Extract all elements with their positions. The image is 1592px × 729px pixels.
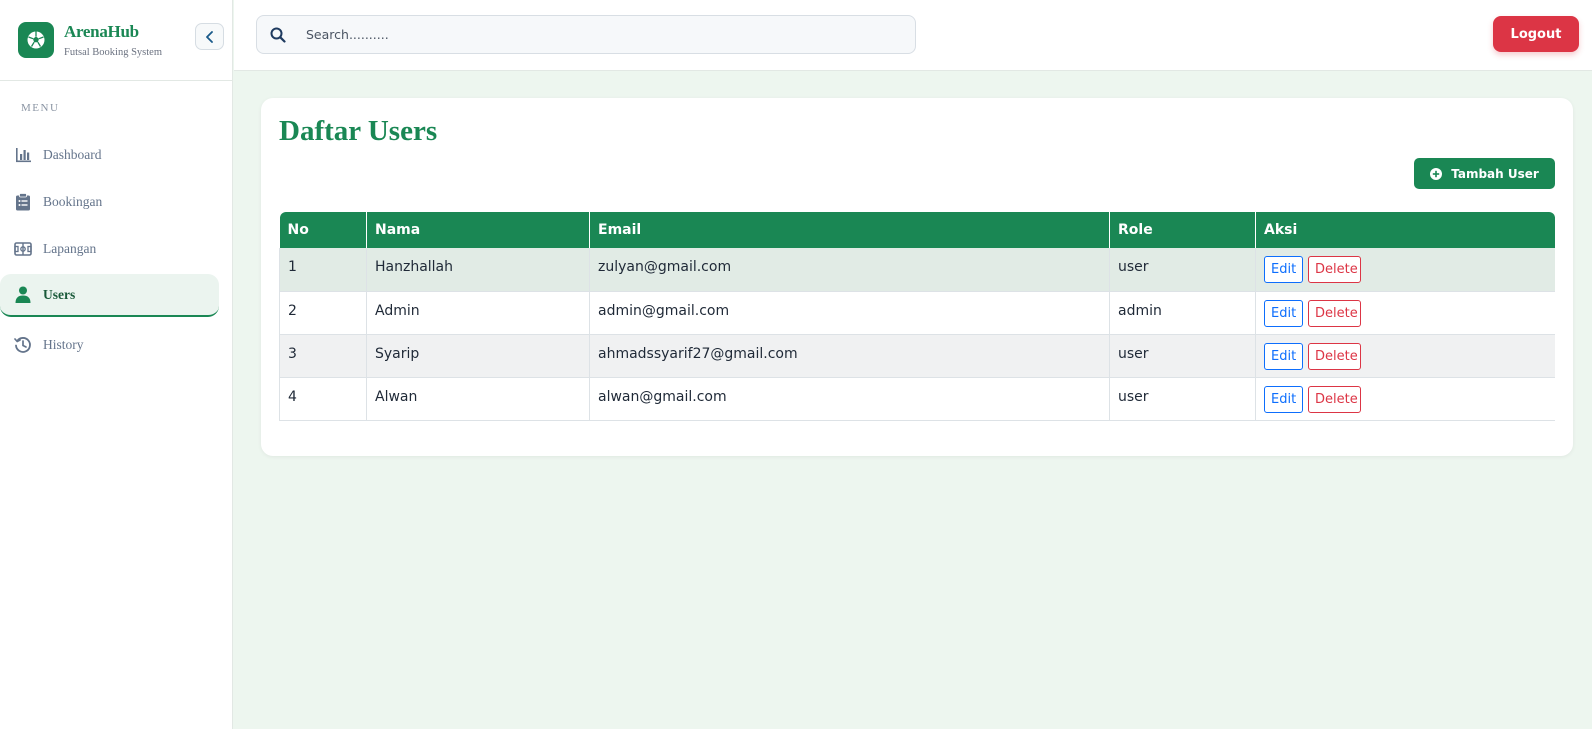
cell-role: user <box>1109 334 1256 378</box>
sidebar-item-label: History <box>43 336 84 352</box>
sidebar-item-label: Dashboard <box>43 146 102 162</box>
topbar: Logout <box>234 0 1592 71</box>
search-icon <box>270 27 286 43</box>
add-user-label: Tambah User <box>1451 166 1539 181</box>
sidebar-item-label: Bookingan <box>43 193 103 209</box>
edit-button[interactable]: Edit <box>1264 299 1303 327</box>
sidebar-item-label: Users <box>43 286 76 302</box>
cell-role: user <box>1109 248 1256 292</box>
cell-no: 4 <box>279 377 367 421</box>
history-icon <box>14 336 32 354</box>
logout-button[interactable]: Logout <box>1493 16 1579 52</box>
bar-chart-icon <box>14 146 32 164</box>
table-row: 4 Alwan alwan@gmail.com user Edit Delete <box>279 377 1555 421</box>
column-header-nama: Nama <box>366 212 590 248</box>
cell-role: admin <box>1109 291 1256 335</box>
sidebar-item-history[interactable]: History <box>0 323 233 366</box>
delete-button[interactable]: Delete <box>1308 385 1361 413</box>
users-table: No Nama Email Role Aksi 1 Hanzhallah zul… <box>279 212 1555 421</box>
table-row: 3 Syarip ahmadssyarif27@gmail.com user E… <box>279 334 1555 378</box>
users-card: Daftar Users Tambah User No Nama Email R… <box>261 98 1573 456</box>
delete-button[interactable]: Delete <box>1308 342 1361 370</box>
edit-button[interactable]: Edit <box>1264 342 1303 370</box>
cell-nama: Admin <box>366 291 590 335</box>
cell-email: admin@gmail.com <box>589 291 1110 335</box>
cell-email: zulyan@gmail.com <box>589 248 1110 292</box>
cell-actions: Edit Delete <box>1255 377 1555 421</box>
cell-role: user <box>1109 377 1256 421</box>
brand-title: ArenaHub <box>64 22 139 41</box>
edit-button[interactable]: Edit <box>1264 385 1303 413</box>
edit-button[interactable]: Edit <box>1264 256 1303 283</box>
cell-nama: Alwan <box>366 377 590 421</box>
cell-nama: Hanzhallah <box>366 248 590 292</box>
cell-no: 3 <box>279 334 367 378</box>
clipboard-icon <box>14 192 32 211</box>
page-title: Daftar Users <box>279 115 438 147</box>
search-box <box>256 15 916 54</box>
field-icon <box>14 240 32 258</box>
cell-no: 1 <box>279 248 367 292</box>
soccer-ball-icon <box>18 22 54 58</box>
column-header-email: Email <box>589 212 1110 248</box>
cell-actions: Edit Delete <box>1255 334 1555 378</box>
sidebar: ArenaHub Futsal Booking System MENU Dash… <box>0 0 233 729</box>
column-header-aksi: Aksi <box>1264 222 1298 238</box>
table-row: 1 Hanzhallah zulyan@gmail.com user Edit D… <box>279 248 1555 292</box>
sidebar-item-label: Lapangan <box>43 240 97 256</box>
user-icon <box>14 286 32 304</box>
cell-no: 2 <box>279 291 367 335</box>
cell-actions: Edit Delete <box>1255 248 1555 292</box>
table-header-row: No Nama Email Role Aksi <box>279 212 1555 248</box>
plus-circle-icon <box>1430 167 1443 180</box>
table-row: 2 Admin admin@gmail.com admin Edit Delete <box>279 291 1555 335</box>
add-user-button[interactable]: Tambah User <box>1414 158 1555 189</box>
delete-button[interactable]: Delete <box>1308 256 1361 283</box>
cell-email: alwan@gmail.com <box>589 377 1110 421</box>
chevron-left-icon <box>205 30 213 43</box>
sidebar-collapse-button[interactable] <box>195 23 224 50</box>
menu-label: MENU <box>21 102 60 114</box>
column-header-role: Role <box>1109 212 1256 248</box>
sidebar-item-users[interactable]: Users <box>0 274 219 317</box>
sidebar-item-lapangan[interactable]: Lapangan <box>0 227 233 270</box>
column-header-no: No <box>279 212 367 248</box>
brand-subtitle: Futsal Booking System <box>64 47 163 58</box>
sidebar-item-dashboard[interactable]: Dashboard <box>0 133 233 176</box>
brand: ArenaHub Futsal Booking System <box>0 0 232 81</box>
cell-email: ahmadssyarif27@gmail.com <box>589 334 1110 378</box>
cell-nama: Syarip <box>366 334 590 378</box>
cell-actions: Edit Delete <box>1255 291 1555 335</box>
search-input[interactable] <box>306 27 886 42</box>
sidebar-item-bookingan[interactable]: Bookingan <box>0 180 233 223</box>
sidebar-nav: Dashboard Bookingan Lapangan Users Histo… <box>0 133 233 370</box>
delete-button[interactable]: Delete <box>1308 299 1361 327</box>
